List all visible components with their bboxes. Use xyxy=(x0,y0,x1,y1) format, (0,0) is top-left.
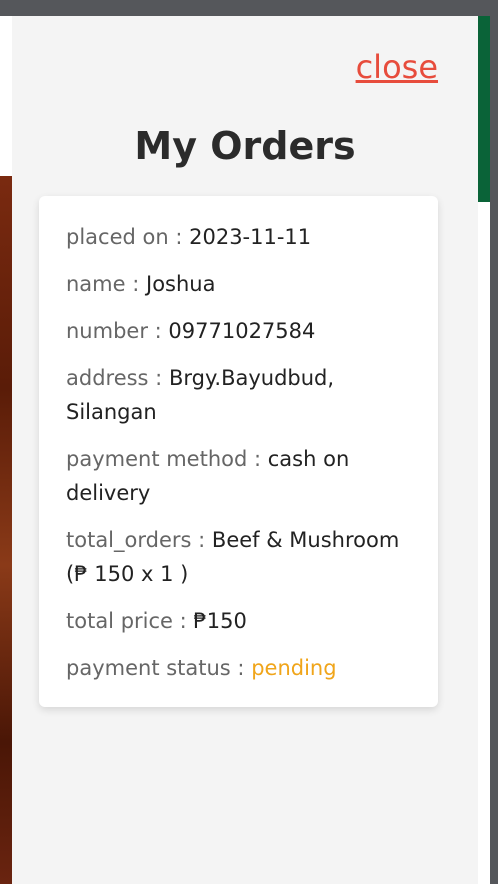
payment-status-badge: pending xyxy=(251,656,337,680)
name-value: Joshua xyxy=(146,272,216,296)
payment-status-label: payment status : xyxy=(66,656,245,680)
order-payment-method: payment method : cash on delivery xyxy=(66,442,411,510)
order-card: placed on : 2023-11-11 name : Joshua num… xyxy=(39,196,438,707)
order-address: address : Brgy.Bayudbud, Silangan xyxy=(66,361,411,429)
background-food-photo xyxy=(0,176,12,884)
name-label: name : xyxy=(66,272,140,296)
number-label: number : xyxy=(66,319,162,343)
order-total-orders: total_orders : Beef & Mushroom (₱ 150 x … xyxy=(66,523,411,591)
page-title: My Orders xyxy=(134,124,356,168)
placed-on-value: 2023-11-11 xyxy=(189,225,312,249)
order-placed-on: placed on : 2023-11-11 xyxy=(66,220,411,254)
browser-top-bar xyxy=(0,0,498,16)
payment-method-label: payment method : xyxy=(66,447,262,471)
close-link[interactable]: close xyxy=(356,48,438,86)
total-orders-label: total_orders : xyxy=(66,528,206,552)
order-number: number : 09771027584 xyxy=(66,314,411,348)
background-page-strip xyxy=(0,16,12,176)
order-payment-status: payment status : pending xyxy=(66,651,411,685)
placed-on-label: placed on : xyxy=(66,225,183,249)
total-price-value: ₱150 xyxy=(193,609,247,633)
background-green-banner xyxy=(478,16,490,202)
number-value: 09771027584 xyxy=(168,319,316,343)
order-total-price: total price : ₱150 xyxy=(66,604,411,638)
background-edge xyxy=(490,16,498,884)
order-name: name : Joshua xyxy=(66,267,411,301)
total-price-label: total price : xyxy=(66,609,187,633)
orders-panel: close My Orders placed on : 2023-11-11 n… xyxy=(12,16,478,884)
address-label: address : xyxy=(66,366,163,390)
